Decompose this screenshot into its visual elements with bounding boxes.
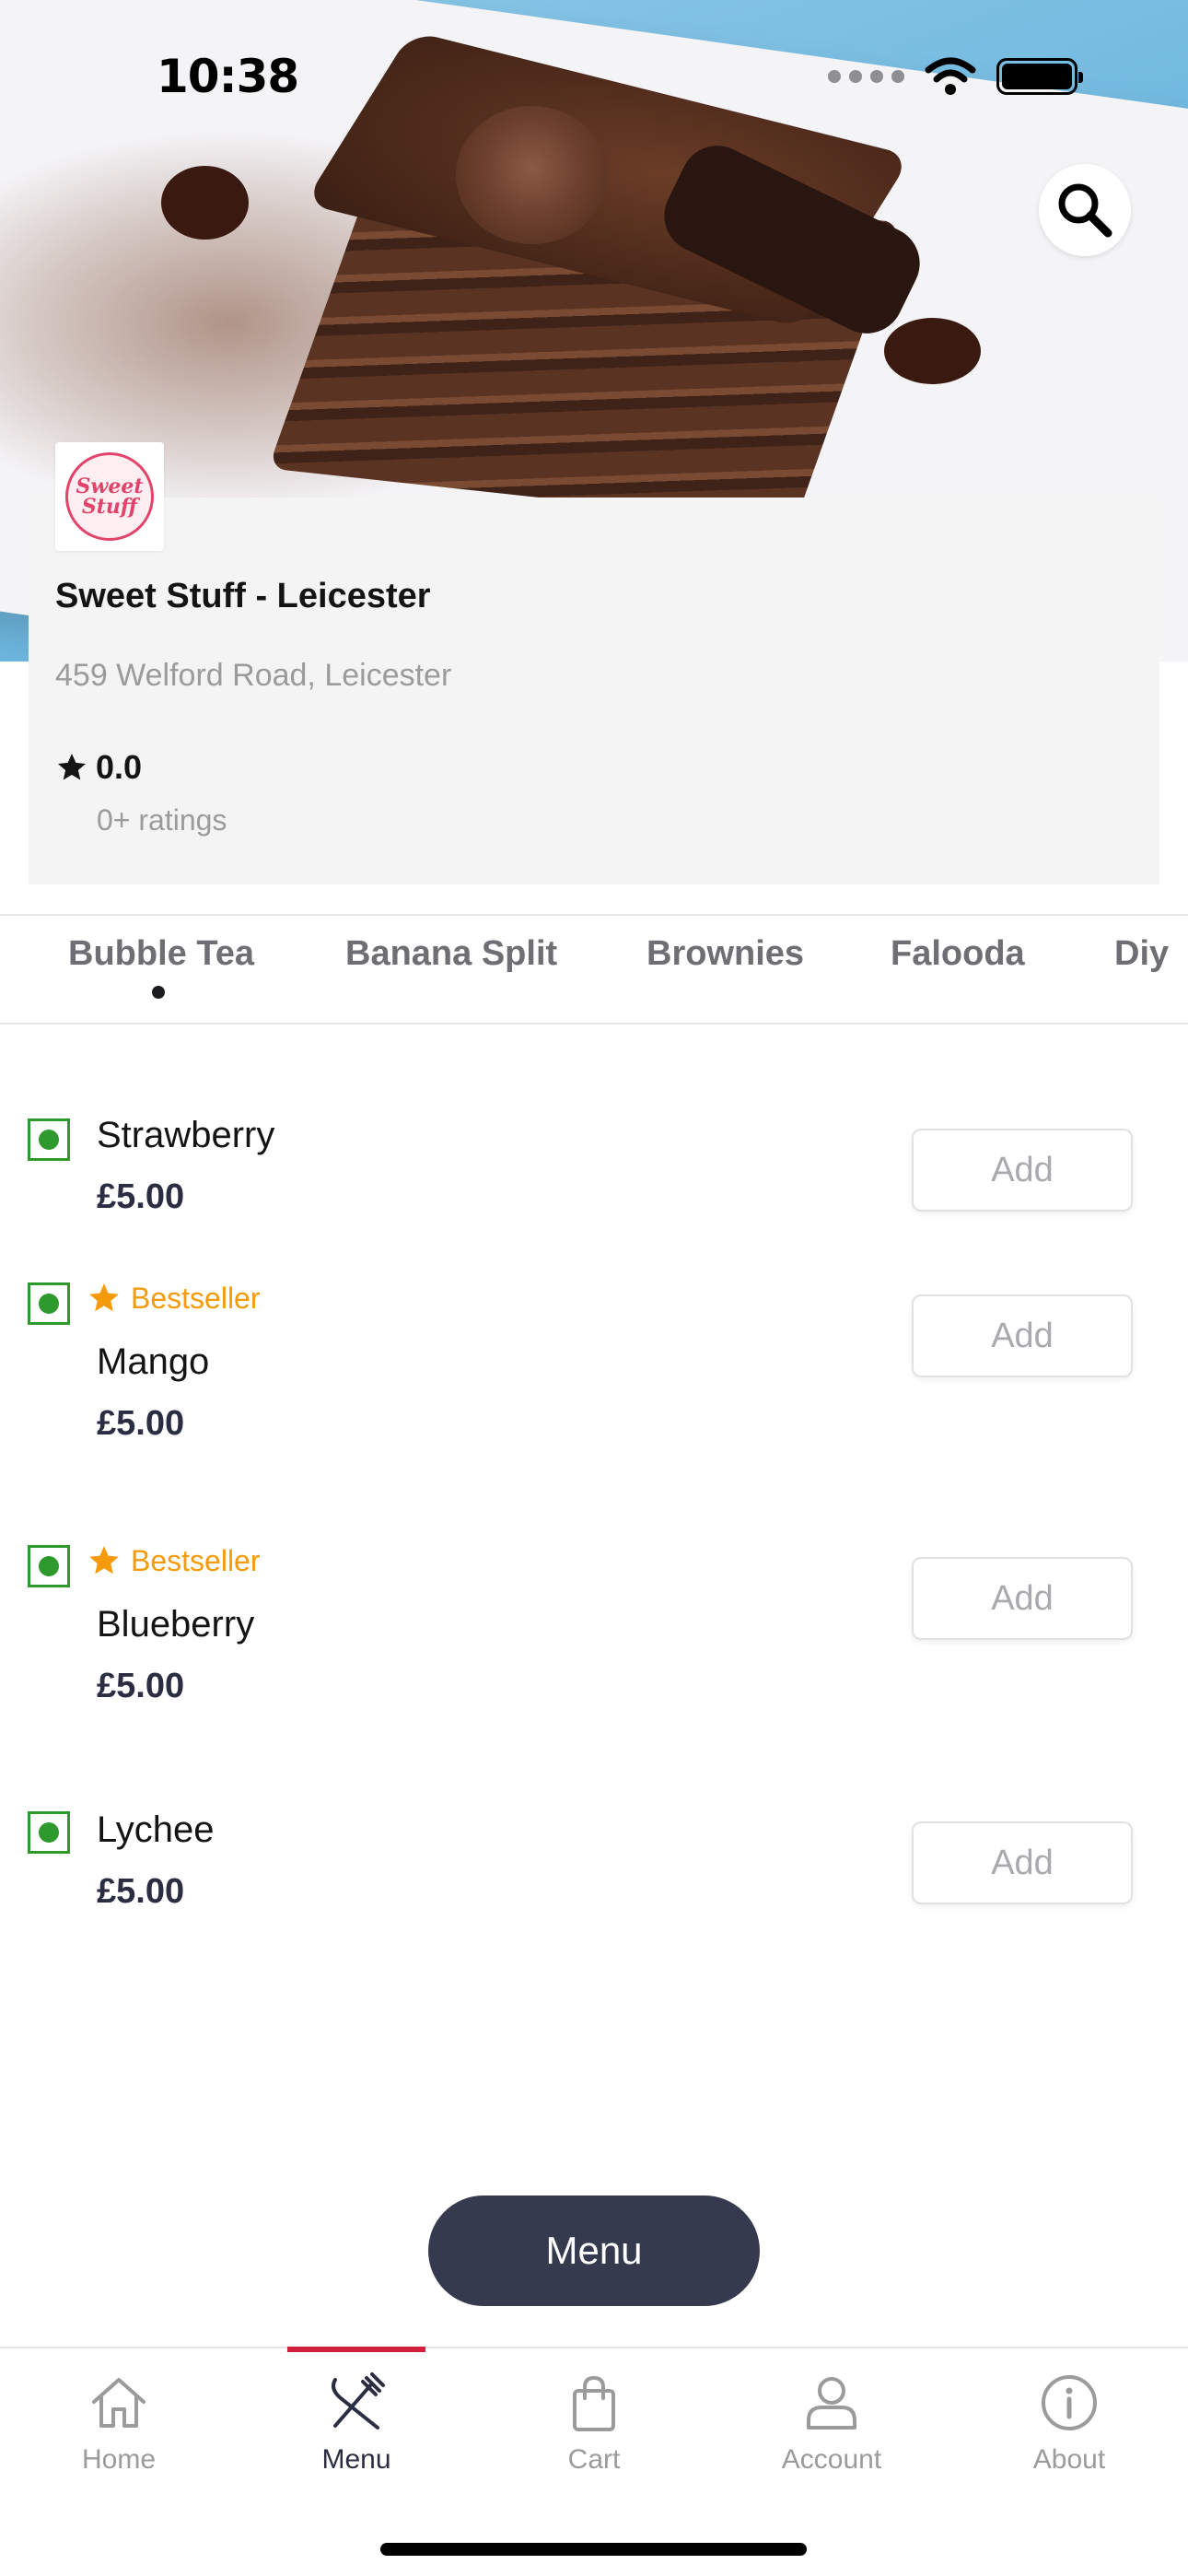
add-button[interactable]: Add bbox=[912, 1294, 1133, 1377]
item-price: £5.00 bbox=[97, 1667, 185, 1705]
category-tabs: Bubble Tea Banana Split Brownies Falooda… bbox=[0, 914, 1188, 1025]
bestseller-badge: Bestseller bbox=[87, 1543, 261, 1578]
veg-indicator-icon bbox=[28, 1811, 70, 1854]
restaurant-address: 459 Welford Road, Leicester bbox=[55, 658, 452, 693]
signal-icon bbox=[828, 70, 904, 83]
item-name: Blueberry bbox=[97, 1604, 255, 1645]
nav-label: Cart bbox=[567, 2444, 621, 2475]
star-icon bbox=[89, 1283, 119, 1312]
battery-icon bbox=[996, 58, 1083, 95]
info-icon bbox=[1042, 2375, 1097, 2430]
item-name: Lychee bbox=[97, 1809, 215, 1850]
search-icon bbox=[1058, 183, 1112, 238]
nav-about[interactable]: About bbox=[950, 2348, 1188, 2496]
home-icon bbox=[92, 2378, 146, 2428]
item-price: £5.00 bbox=[97, 1872, 185, 1911]
status-icons bbox=[828, 57, 1083, 96]
add-button[interactable]: Add bbox=[912, 1557, 1133, 1640]
bestseller-badge: Bestseller bbox=[87, 1281, 261, 1316]
active-nav-indicator bbox=[287, 2347, 425, 2352]
menu-button[interactable]: Menu bbox=[428, 2195, 760, 2306]
tab-diy[interactable]: Diy bbox=[1114, 934, 1169, 974]
nav-account[interactable]: Account bbox=[713, 2348, 950, 2496]
nav-cart[interactable]: Cart bbox=[475, 2348, 713, 2496]
person-icon bbox=[807, 2377, 856, 2430]
fork-knife-icon bbox=[332, 2372, 385, 2430]
nav-menu[interactable]: Menu bbox=[238, 2348, 475, 2496]
rating-count: 0+ ratings bbox=[97, 803, 227, 837]
veg-indicator-icon bbox=[28, 1118, 70, 1161]
rating-value: 0.0 bbox=[96, 748, 143, 786]
search-button[interactable] bbox=[1039, 164, 1131, 256]
rating-row: 0.0 bbox=[55, 748, 142, 787]
item-name: Mango bbox=[97, 1341, 210, 1382]
add-button[interactable]: Add bbox=[912, 1821, 1133, 1904]
tab-brownies[interactable]: Brownies bbox=[646, 934, 804, 974]
tab-falooda[interactable]: Falooda bbox=[891, 934, 1025, 974]
nav-label: Home bbox=[81, 2444, 157, 2475]
restaurant-logo: Sweet Stuff bbox=[55, 442, 164, 551]
star-icon bbox=[89, 1546, 119, 1575]
home-indicator bbox=[380, 2543, 807, 2556]
item-name: Strawberry bbox=[97, 1115, 275, 1155]
tab-banana-split[interactable]: Banana Split bbox=[345, 934, 557, 974]
nav-label: Menu bbox=[321, 2444, 391, 2475]
shopping-bag-icon bbox=[573, 2375, 615, 2431]
wifi-icon bbox=[925, 57, 976, 95]
bottom-nav: Home Menu Cart Account About bbox=[0, 2347, 1188, 2576]
add-button[interactable]: Add bbox=[912, 1129, 1133, 1212]
veg-indicator-icon bbox=[28, 1545, 70, 1587]
item-price: £5.00 bbox=[97, 1404, 185, 1443]
star-icon bbox=[58, 754, 86, 780]
veg-indicator-icon bbox=[28, 1282, 70, 1325]
restaurant-name: Sweet Stuff - Leicester bbox=[55, 577, 431, 615]
nav-label: Account bbox=[781, 2444, 882, 2475]
item-price: £5.00 bbox=[97, 1177, 185, 1216]
nav-label: About bbox=[1032, 2444, 1106, 2475]
bestseller-label: Bestseller bbox=[131, 1543, 261, 1577]
status-time: 10:38 bbox=[157, 50, 299, 103]
tab-bubble-tea[interactable]: Bubble Tea bbox=[68, 934, 254, 974]
bestseller-label: Bestseller bbox=[131, 1281, 261, 1315]
active-tab-indicator bbox=[152, 986, 165, 999]
nav-home[interactable]: Home bbox=[0, 2348, 238, 2496]
